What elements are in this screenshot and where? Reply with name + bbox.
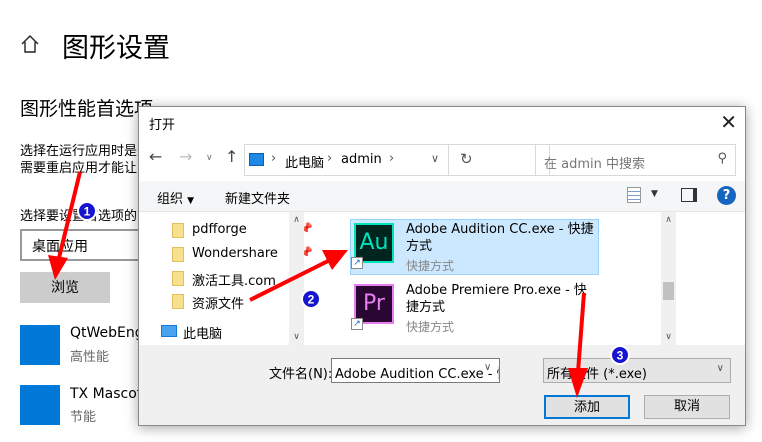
arrow-3 <box>568 292 588 398</box>
arrow-1 <box>48 171 82 280</box>
arrow-2 <box>249 250 348 302</box>
badge-number: 3 <box>617 349 624 363</box>
badge-number: 2 <box>308 293 315 307</box>
annotation-badge-2: 2 <box>301 289 321 309</box>
annotation-badge-1: 1 <box>77 201 97 221</box>
badge-number: 1 <box>84 205 91 219</box>
annotation-badge-3: 3 <box>610 345 630 365</box>
annotation-overlay: 1 2 3 <box>48 171 630 398</box>
